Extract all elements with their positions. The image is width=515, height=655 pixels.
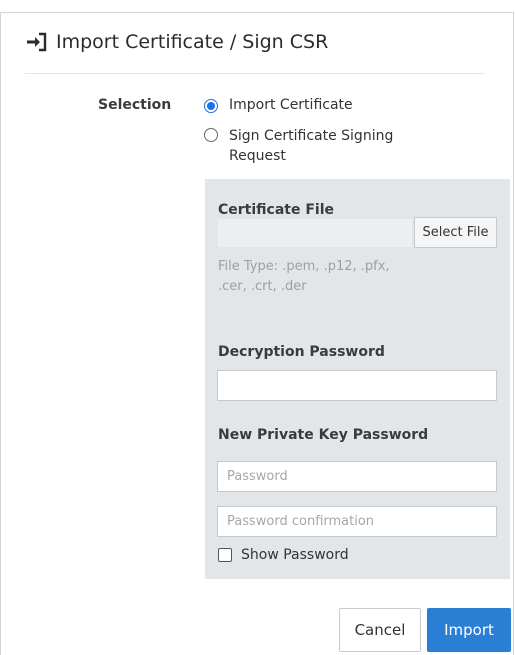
radio-sign-csr-label: Sign Certificate Signing Request — [229, 128, 394, 164]
import-button[interactable]: Import — [427, 608, 511, 652]
decryption-password-input[interactable] — [217, 370, 497, 401]
file-type-help: File Type: .pem, .p12, .pfx, .cer, .crt,… — [218, 259, 390, 294]
password-confirmation-input[interactable] — [217, 506, 497, 537]
cancel-button[interactable]: Cancel — [339, 608, 421, 652]
select-file-button[interactable]: Select File — [414, 217, 497, 248]
sign-in-icon — [26, 32, 48, 52]
radio-sign-csr[interactable]: Sign Certificate Signing Request — [204, 126, 404, 166]
certificate-file-label: Certificate File — [218, 202, 335, 218]
radio-button-selected[interactable] — [204, 99, 218, 113]
selection-label: Selection — [98, 97, 172, 113]
radio-button-unselected[interactable] — [204, 128, 218, 142]
password-input[interactable] — [217, 461, 497, 492]
decryption-password-label: Decryption Password — [218, 344, 385, 360]
dialog-title-text: Import Certificate / Sign CSR — [56, 31, 329, 53]
new-private-key-password-label: New Private Key Password — [218, 427, 429, 443]
show-password-label: Show Password — [241, 547, 349, 563]
certificate-file-input[interactable] — [217, 218, 413, 248]
show-password-toggle[interactable]: Show Password — [218, 547, 349, 563]
header-divider — [25, 73, 485, 74]
radio-import-certificate-label: Import Certificate — [229, 97, 353, 113]
dialog-title: Import Certificate / Sign CSR — [26, 31, 328, 53]
show-password-checkbox[interactable] — [218, 548, 232, 562]
radio-import-certificate[interactable]: Import Certificate — [204, 97, 353, 113]
